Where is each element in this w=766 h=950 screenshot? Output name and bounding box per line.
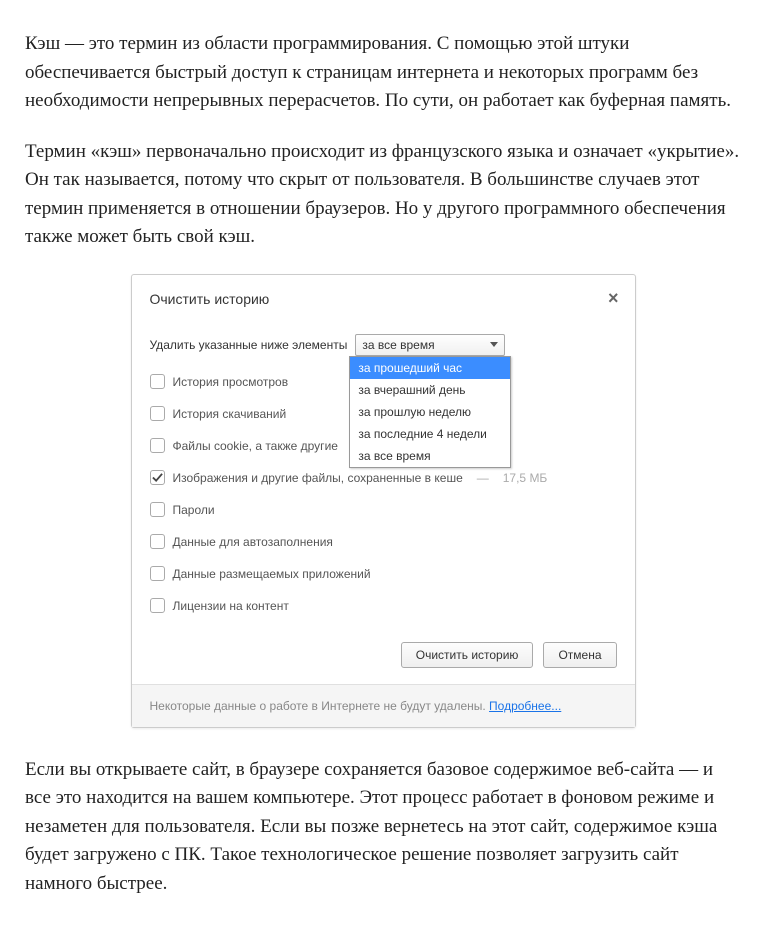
checkbox-icon[interactable] bbox=[150, 566, 165, 581]
checkbox-icon[interactable] bbox=[150, 502, 165, 517]
time-range-dropdown[interactable]: за все время bbox=[355, 334, 505, 356]
article-paragraph-2: Термин «кэш» первоначально происходит из… bbox=[25, 138, 741, 252]
cache-size-value: 17,5 МБ bbox=[503, 469, 548, 487]
learn-more-link[interactable]: Подробнее... bbox=[489, 699, 561, 713]
dropdown-list: за прошедший час за вчерашний день за пр… bbox=[349, 356, 511, 468]
checkbox-label: Данные размещаемых приложений bbox=[173, 565, 371, 583]
dialog-title: Очистить историю bbox=[150, 289, 270, 310]
dropdown-selected-label: за все время bbox=[362, 336, 434, 354]
checkbox-label: Изображения и другие файлы, сохраненные … bbox=[173, 469, 463, 487]
dialog-header: Очистить историю × bbox=[132, 275, 635, 314]
clear-history-dialog: Очистить историю × Удалить указанные ниж… bbox=[131, 274, 636, 728]
article-paragraph-3: Если вы открываете сайт, в браузере сохр… bbox=[25, 756, 741, 899]
instruction-label: Удалить указанные ниже элементы bbox=[150, 336, 348, 354]
instruction-row: Удалить указанные ниже элементы за все в… bbox=[150, 334, 617, 356]
cancel-button[interactable]: Отмена bbox=[543, 642, 616, 668]
checkbox-row-passwords[interactable]: Пароли bbox=[150, 494, 617, 526]
checkbox-icon[interactable] bbox=[150, 406, 165, 421]
dropdown-option-last-week[interactable]: за прошлую неделю bbox=[350, 401, 510, 423]
dropdown-option-last-4-weeks[interactable]: за последние 4 недели bbox=[350, 423, 510, 445]
dialog-body: Удалить указанные ниже элементы за все в… bbox=[132, 314, 635, 632]
checkbox-row-autofill[interactable]: Данные для автозаполнения bbox=[150, 526, 617, 558]
chevron-down-icon bbox=[490, 342, 498, 347]
checkbox-icon[interactable] bbox=[150, 534, 165, 549]
dropdown-option-all-time[interactable]: за все время bbox=[350, 445, 510, 467]
article-paragraph-1: Кэш — это термин из области программиров… bbox=[25, 30, 741, 116]
time-range-dropdown-wrap: за все время за прошедший час за вчерашн… bbox=[355, 334, 505, 356]
dialog-actions: Очистить историю Отмена bbox=[132, 632, 635, 684]
checkbox-label: Пароли bbox=[173, 501, 215, 519]
checkbox-icon[interactable] bbox=[150, 470, 165, 485]
checkbox-row-licenses[interactable]: Лицензии на контент bbox=[150, 590, 617, 622]
checkbox-label: Данные для автозаполнения bbox=[173, 533, 333, 551]
cache-size-sep: — bbox=[477, 469, 489, 487]
checkbox-icon[interactable] bbox=[150, 438, 165, 453]
checkbox-row-hosted-apps[interactable]: Данные размещаемых приложений bbox=[150, 558, 617, 590]
dialog-footer: Некоторые данные о работе в Интернете не… bbox=[132, 684, 635, 727]
checkbox-icon[interactable] bbox=[150, 598, 165, 613]
checkbox-label: История просмотров bbox=[173, 373, 289, 391]
close-icon[interactable]: × bbox=[608, 289, 619, 307]
footer-text: Некоторые данные о работе в Интернете не… bbox=[150, 699, 490, 713]
checkbox-label: История скачиваний bbox=[173, 405, 287, 423]
dropdown-option-yesterday[interactable]: за вчерашний день bbox=[350, 379, 510, 401]
checkbox-label: Лицензии на контент bbox=[173, 597, 289, 615]
checkbox-icon[interactable] bbox=[150, 374, 165, 389]
dropdown-option-last-hour[interactable]: за прошедший час bbox=[350, 357, 510, 379]
clear-history-button[interactable]: Очистить историю bbox=[401, 642, 534, 668]
checkbox-label: Файлы cookie, а также другие bbox=[173, 437, 338, 455]
